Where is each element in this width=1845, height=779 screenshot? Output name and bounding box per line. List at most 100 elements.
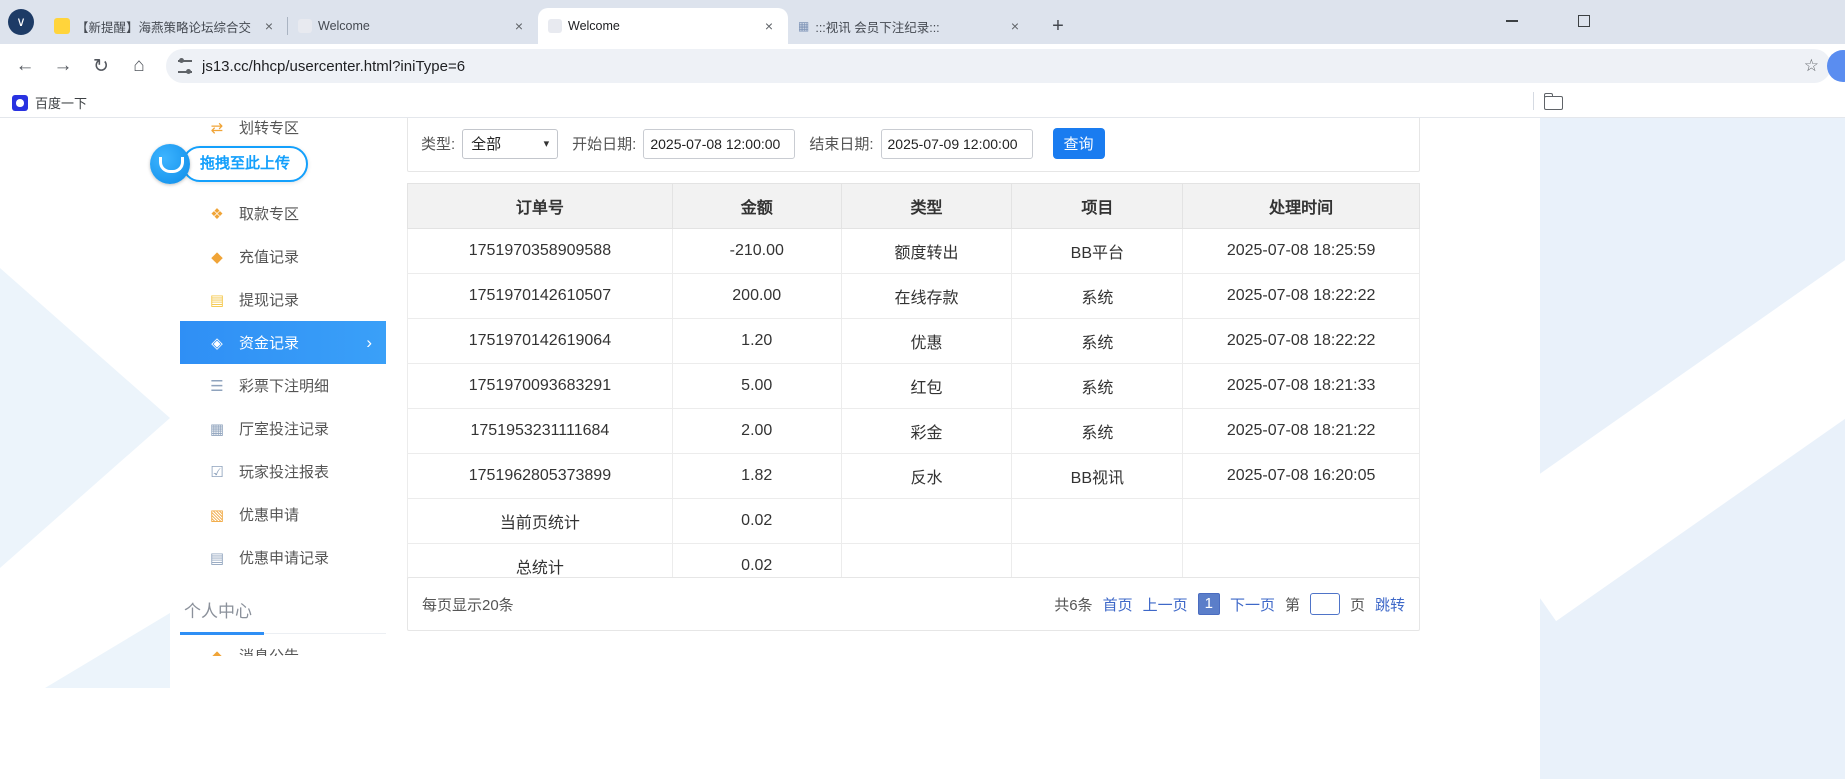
start-date-label: 开始日期: [572, 133, 636, 154]
sidebar-item-announcements[interactable]: ◆ 消息公告 [180, 634, 386, 656]
bookmark-star-icon[interactable]: ☆ [1804, 56, 1819, 76]
next-page-link[interactable]: 下一页 [1230, 594, 1275, 615]
upload-overlay[interactable]: 拖拽至此上传 [150, 144, 308, 184]
minimize-button[interactable] [1492, 6, 1532, 36]
decor-right-panel [1540, 118, 1845, 779]
baidu-icon [12, 95, 28, 111]
site-info-icon[interactable] [178, 60, 192, 73]
header-project: 项目 [1012, 184, 1183, 229]
url-bar[interactable]: js13.cc/hhcp/usercenter.html?iniType=6 ☆ [166, 49, 1831, 83]
browser-window: ∨ 【新提醒】海燕策略论坛综合交 × Welcome × Welcome × ▦ [0, 0, 1845, 779]
cell-amount: 1.20 [672, 319, 841, 364]
jump-prefix-text: 第 [1285, 594, 1300, 615]
close-icon[interactable]: × [260, 17, 278, 35]
tab-strip: ∨ 【新提醒】海燕策略论坛综合交 × Welcome × Welcome × ▦ [0, 0, 1845, 44]
close-icon[interactable]: × [1006, 17, 1024, 35]
sidebar-item-label: 彩票下注明细 [239, 375, 329, 396]
sidebar-menu: ⇄ 划转专区 ◉ 存款专区 ❖ 取款专区 ◆ 充值记录 ▤ 提现记录 ◈ 资金记… [180, 118, 386, 656]
page-favicon [298, 19, 312, 33]
sidebar-item-fund-records[interactable]: ◈ 资金记录 › [180, 321, 386, 364]
cell-time: 2025-07-08 18:21:22 [1183, 409, 1420, 454]
sidebar-item-label: 充值记录 [239, 246, 299, 267]
forward-arrow-icon: → [54, 55, 73, 77]
sidebar-item-label: 取款专区 [239, 203, 299, 224]
cell-type: 在线存款 [841, 274, 1012, 319]
upload-overlay-label: 拖拽至此上传 [182, 146, 308, 182]
cell-type: 红包 [841, 364, 1012, 409]
tab-welcome-active[interactable]: Welcome × [538, 8, 788, 44]
cell-project: BB平台 [1012, 229, 1183, 274]
sidebar-item-hall-bet-records[interactable]: ▦ 厅室投注记录 [180, 407, 386, 450]
header-time: 处理时间 [1183, 184, 1420, 229]
caret-down-icon: ▾ [544, 137, 550, 150]
bookmarks-divider [1533, 92, 1534, 110]
header-order-no: 订单号 [408, 184, 673, 229]
maximize-icon [1578, 15, 1590, 27]
sidebar-item-promo-apply-records[interactable]: ▤ 优惠申请记录 [180, 536, 386, 579]
reload-button[interactable]: ↻ [85, 50, 117, 82]
decor-triangle-large [0, 268, 170, 568]
cell-project: 系统 [1012, 319, 1183, 364]
sidebar-item-player-bet-report[interactable]: ☑ 玩家投注报表 [180, 450, 386, 493]
back-arrow-icon: ← [16, 55, 35, 77]
start-date-input[interactable] [643, 129, 795, 159]
browser-toolbar: ← → ↻ ⌂ js13.cc/hhcp/usercenter.html?ini… [0, 44, 1845, 88]
ticket-icon: ▧ [206, 506, 228, 524]
chevron-down-icon: ∨ [16, 14, 26, 30]
sidebar-item-label: 划转专区 [239, 118, 299, 138]
page-content: ⇄ 划转专区 ◉ 存款专区 ❖ 取款专区 ◆ 充值记录 ▤ 提现记录 ◈ 资金记… [0, 118, 1845, 779]
table-header-row: 订单号 金额 类型 项目 处理时间 [408, 184, 1420, 229]
bookmark-baidu[interactable]: 百度一下 [12, 93, 87, 112]
tab-title: :::视讯 会员下注纪录::: [815, 17, 998, 36]
sidebar-item-label: 提现记录 [239, 289, 299, 310]
sidebar-item-label: 消息公告 [239, 645, 299, 656]
back-button[interactable]: ← [9, 50, 41, 82]
jump-button[interactable]: 跳转 [1375, 594, 1405, 615]
tab-title: Welcome [318, 19, 502, 33]
query-button[interactable]: 查询 [1053, 128, 1105, 159]
tab-video-records[interactable]: ▦ :::视讯 会员下注纪录::: × [788, 8, 1034, 44]
cell-project: 系统 [1012, 364, 1183, 409]
reload-icon: ↻ [93, 55, 109, 78]
fund-records-table: 订单号 金额 类型 项目 处理时间 1751970358909588 -210.… [407, 183, 1420, 589]
sidebar-item-withdraw-zone[interactable]: ❖ 取款专区 [180, 192, 386, 235]
section-title: 个人中心 [184, 597, 252, 622]
minimize-icon [1506, 20, 1518, 22]
prev-page-link[interactable]: 上一页 [1143, 594, 1188, 615]
tab-forum[interactable]: 【新提醒】海燕策略论坛综合交 × [44, 8, 288, 44]
type-select-value: 全部 [471, 133, 501, 154]
cell-amount: 0.02 [672, 499, 841, 544]
cell-project: BB视讯 [1012, 454, 1183, 499]
jump-suffix-text: 页 [1350, 594, 1365, 615]
sidebar-item-promo-apply[interactable]: ▧ 优惠申请 [180, 493, 386, 536]
sidebar-item-withdraw-records[interactable]: ▤ 提现记录 [180, 278, 386, 321]
grid-icon: ▦ [206, 420, 228, 438]
close-icon[interactable]: × [760, 17, 778, 35]
records-icon: ▤ [206, 549, 228, 567]
bookmarks-folder-icon[interactable] [1544, 96, 1563, 110]
maximize-button[interactable] [1564, 6, 1604, 36]
end-date-input[interactable] [881, 129, 1033, 159]
close-icon[interactable]: × [510, 17, 528, 35]
sidebar-item-lottery-bet-details[interactable]: ☰ 彩票下注明细 [180, 364, 386, 407]
tab-welcome-1[interactable]: Welcome × [288, 8, 538, 44]
cell-time: 2025-07-08 18:25:59 [1183, 229, 1420, 274]
home-button[interactable]: ⌂ [123, 50, 155, 82]
chevron-right-icon: › [366, 333, 372, 353]
sidebar-item-label: 玩家投注报表 [239, 461, 329, 482]
home-icon: ⌂ [133, 55, 144, 77]
new-tab-button[interactable]: + [1042, 10, 1074, 42]
tab-search-button[interactable]: ∨ [8, 9, 34, 35]
bookmarks-bar: 百度一下 [0, 88, 1845, 118]
first-page-link[interactable]: 首页 [1103, 594, 1133, 615]
tab-title: 【新提醒】海燕策略论坛综合交 [76, 17, 252, 36]
sidebar-section-personal-center[interactable]: 个人中心 [180, 585, 386, 634]
type-label: 类型: [421, 133, 455, 154]
type-select[interactable]: 全部 ▾ [462, 129, 558, 159]
netdisk-icon [150, 144, 190, 184]
jump-page-input[interactable] [1310, 593, 1340, 615]
url-text[interactable]: js13.cc/hhcp/usercenter.html?iniType=6 [202, 58, 465, 75]
video-favicon: ▦ [798, 19, 809, 33]
sidebar-item-recharge-records[interactable]: ◆ 充值记录 [180, 235, 386, 278]
forward-button[interactable]: → [47, 50, 79, 82]
